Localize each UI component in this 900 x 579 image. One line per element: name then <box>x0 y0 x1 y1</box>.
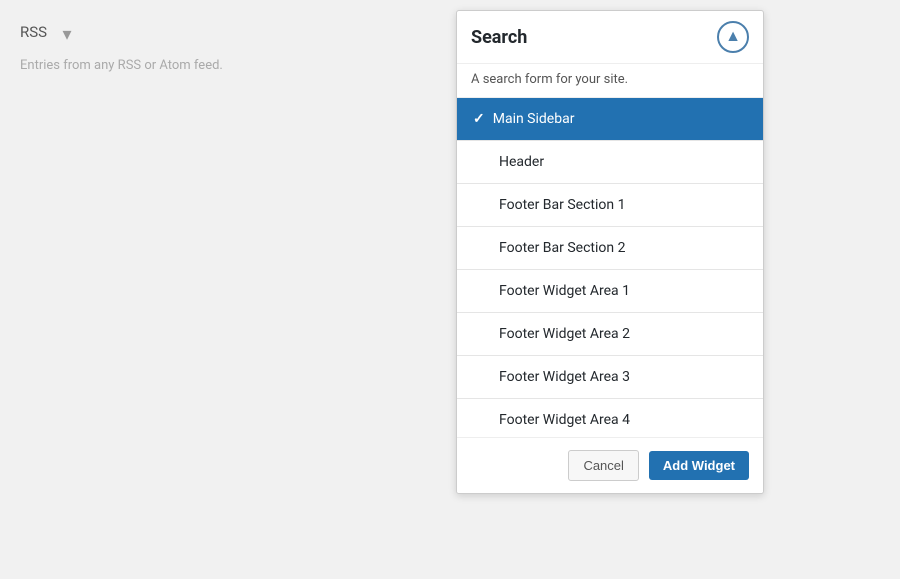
widget-description: Entries from any RSS or Atom feed. <box>20 56 300 76</box>
left-panel: RSS ▾ Entries from any RSS or Atom feed. <box>0 0 320 579</box>
dropdown-item[interactable]: Footer Bar Section 2 <box>457 227 763 270</box>
dropdown-item[interactable]: Footer Widget Area 2 <box>457 313 763 356</box>
dropdown-item[interactable]: Footer Bar Section 1 <box>457 184 763 227</box>
modal-toggle-button[interactable]: ▲ <box>717 21 749 53</box>
add-widget-button[interactable]: Add Widget <box>649 451 749 480</box>
dropdown-item[interactable]: Footer Widget Area 3 <box>457 356 763 399</box>
dropdown-item-label: Header <box>499 154 544 170</box>
main-area: Search ▲ A search form for your site. ✓ M… <box>320 0 900 579</box>
dropdown-item-label: Footer Widget Area 4 <box>499 412 630 428</box>
dropdown-item-label: Main Sidebar <box>493 111 575 127</box>
widget-dropdown-row: RSS ▾ <box>20 20 300 48</box>
modal-header: Search ▲ <box>457 11 763 64</box>
modal-title: Search <box>471 27 527 48</box>
dropdown-item[interactable]: Footer Widget Area 1 <box>457 270 763 313</box>
sidebar-dropdown-list: ✓ Main Sidebar Header Footer Bar Section 1 F… <box>457 98 763 438</box>
widget-name-label: RSS <box>20 23 47 41</box>
dropdown-item[interactable]: ✓ Main Sidebar <box>457 98 763 141</box>
widget-modal: Search ▲ A search form for your site. ✓ M… <box>456 10 764 494</box>
modal-footer: Cancel Add Widget <box>457 438 763 493</box>
dropdown-item-label: Footer Widget Area 1 <box>499 283 630 299</box>
dropdown-item-label: Footer Bar Section 2 <box>499 240 625 256</box>
cancel-button[interactable]: Cancel <box>568 450 638 481</box>
dropdown-item-label: Footer Widget Area 2 <box>499 326 630 342</box>
dropdown-arrow-icon: ▾ <box>53 20 81 48</box>
dropdown-item-label: Footer Widget Area 3 <box>499 369 630 385</box>
dropdown-item[interactable]: Footer Widget Area 4 <box>457 399 763 438</box>
modal-subtitle: A search form for your site. <box>457 64 763 98</box>
dropdown-item[interactable]: Header <box>457 141 763 184</box>
dropdown-item-label: Footer Bar Section 1 <box>499 197 625 213</box>
check-icon: ✓ <box>473 111 485 127</box>
